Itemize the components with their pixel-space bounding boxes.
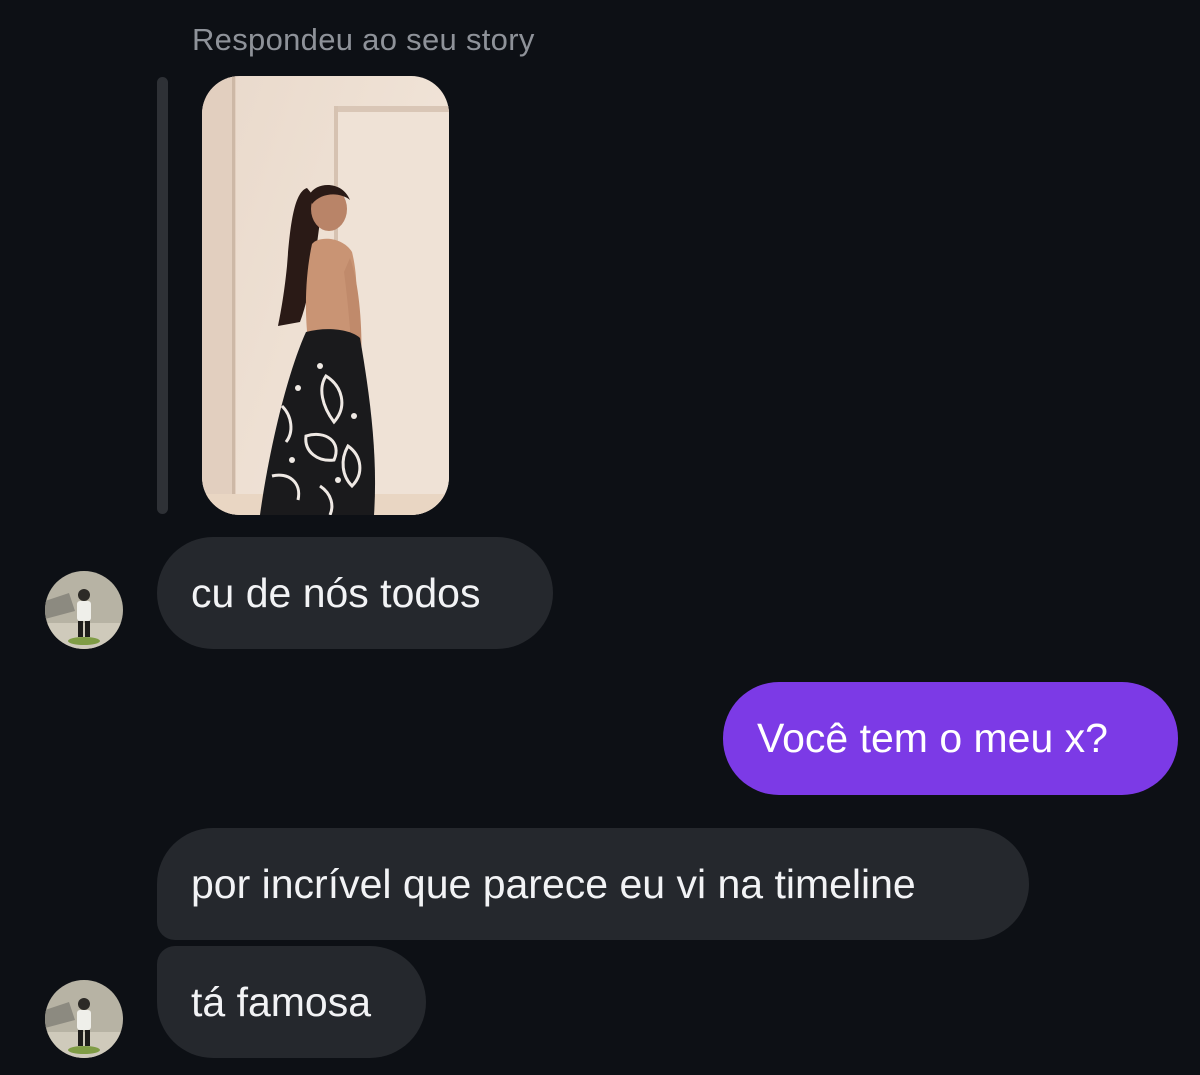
avatar-image (45, 980, 123, 1058)
contact-avatar[interactable] (45, 980, 123, 1058)
story-quote-bar (157, 77, 168, 514)
message-bubble-incoming[interactable]: tá famosa (157, 946, 426, 1058)
message-text: por incrível que parece eu vi na timelin… (191, 860, 916, 907)
reply-header-label: Respondeu ao seu story (192, 22, 535, 57)
message-bubble-incoming[interactable]: cu de nós todos (157, 537, 553, 649)
avatar-image (45, 571, 123, 649)
message-text: tá famosa (191, 978, 372, 1025)
message-bubble-outgoing[interactable]: Você tem o meu x? (723, 682, 1178, 795)
message-bubble-incoming[interactable]: por incrível que parece eu vi na timelin… (157, 828, 1029, 940)
message-text: Você tem o meu x? (757, 715, 1108, 761)
story-image (202, 76, 449, 515)
contact-avatar[interactable] (45, 571, 123, 649)
message-text: cu de nós todos (191, 569, 481, 616)
story-thumbnail[interactable] (202, 76, 449, 515)
